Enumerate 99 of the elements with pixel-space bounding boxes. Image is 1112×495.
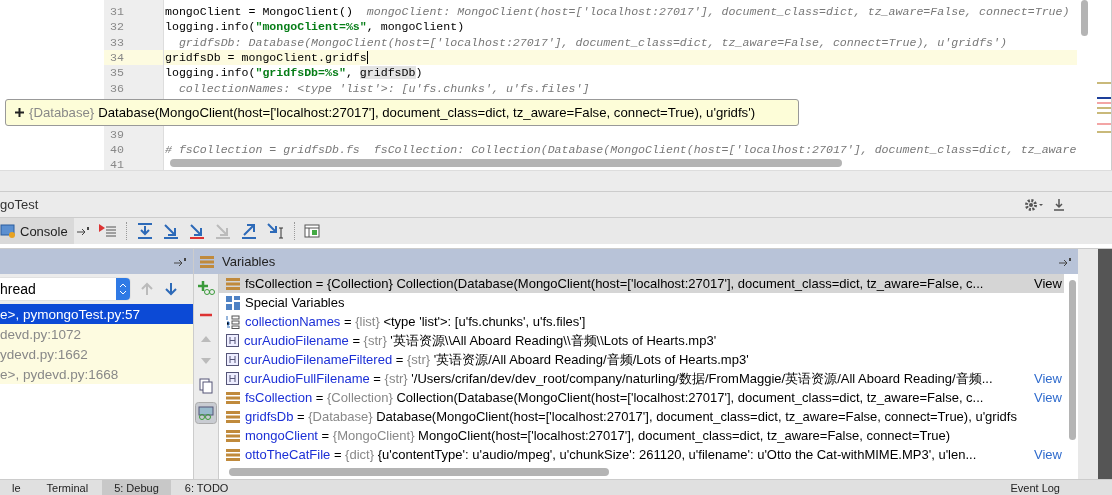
arrow-down-icon[interactable]: [164, 282, 178, 296]
variable-entry: curAudioFullFilename = {str} '/Users/crifan/dev/dev_root/company/naturling/数据/FromMaggie/英语资源/All Aboard Reading/音频...: [244, 369, 994, 388]
dropdown-arrows-icon[interactable]: [116, 278, 130, 300]
variable-entry: ottoTheCatFile = {dict} {u'contentType': u'audio/mpeg', u'chunkSize': 261120, u'filename': u'Otto the Cat-withMIME.MP3', u'len...: [245, 447, 978, 462]
view-link[interactable]: View: [1034, 447, 1064, 462]
stack-frame[interactable]: e>, pydevd.py:1668: [0, 364, 193, 384]
type-label: {Database}: [29, 104, 95, 120]
code-text: logging.info(: [165, 66, 256, 80]
expand-icon[interactable]: [14, 106, 25, 118]
variable-entry: mongoClient = {MongoClient} MongoClient(host=['localhost:27017'], document_class=dict, tz_aware=False, connect=True): [245, 428, 952, 443]
line-number: 41: [110, 158, 124, 172]
field-icon: [226, 448, 240, 461]
inline-value-hint: fsCollection: Collection(Database(MongoClient(host=['localhost:27017'], document_class=dict, tz_aware: [372, 142, 1077, 156]
variable-row[interactable]: mongoClient = {MongoClient} MongoClient(host=['localhost:27017'], document_class=dict, tz_aware=False, connect=True): [219, 426, 1064, 445]
pin-icon[interactable]: [1058, 256, 1072, 267]
stack-frame[interactable]: ydevd.py:1662: [0, 344, 193, 364]
settings-icon[interactable]: [1024, 197, 1044, 212]
stack-frame[interactable]: e>, pymongoTest.py:57: [0, 304, 193, 324]
variable-row[interactable]: ottoTheCatFile = {dict} {u'contentType': u'audio/mpeg', u'chunkSize': 261120, u'filename': u'Otto the Cat-withMIME.MP3', u'len... View: [219, 445, 1064, 464]
tool-window-tab[interactable]: Terminal: [34, 480, 101, 495]
line-number: 39: [110, 127, 124, 141]
highlighted-identifier: gridfsDb: [359, 66, 416, 80]
run-to-cursor-icon[interactable]: [265, 222, 286, 240]
variable-entry: curAudioFilename = {str} '英语资源\\All Aboard Reading\\音频\\Lots of Hearts.mp3': [244, 331, 718, 350]
text-cursor: [366, 51, 369, 65]
table-icon[interactable]: [303, 224, 320, 238]
step-into-my-code-icon[interactable]: [187, 222, 206, 240]
view-link[interactable]: View: [1034, 390, 1064, 405]
horizontal-scrollbar[interactable]: [229, 468, 609, 476]
pin-icon[interactable]: [75, 226, 90, 236]
view-link[interactable]: View: [1034, 371, 1064, 386]
vertical-scrollbar[interactable]: [1081, 0, 1088, 36]
string-icon: [226, 372, 239, 385]
panel-title: Variables: [222, 254, 276, 269]
tool-window-tab[interactable]: 5: Debug: [102, 480, 171, 495]
code-text: logging.info(: [165, 20, 256, 34]
add-watch-icon[interactable]: [197, 280, 215, 296]
variable-entry: fsCollection = {Collection} Collection(Database(MongoClient(host=['localhost:27017'], document_class=dict, tz_aware=False, c...: [245, 276, 985, 291]
variable-row[interactable]: Special Variables: [219, 293, 1064, 312]
string-literal: "mongoClient=%s": [255, 20, 367, 34]
thread-dropdown[interactable]: hread: [0, 278, 130, 300]
variable-row[interactable]: curAudioFilenameFiltered = {str} '英语资源/All Aboard Reading/音频/Lots of Hearts.mp3': [219, 350, 1064, 369]
view-link[interactable]: View: [1034, 276, 1064, 291]
line-number: 34: [110, 51, 124, 65]
string-literal: "gridfsDb=%s": [255, 66, 346, 80]
value-text: Database(MongoClient(host=['localhost:27017'], document_class=dict, tz_aware=False, connect=True), u'gridfs'): [98, 104, 756, 120]
copy-icon[interactable]: [199, 378, 213, 394]
debug-config-title: goTest: [0, 197, 39, 212]
variable-row[interactable]: curAudioFullFilename = {str} '/Users/crifan/dev/dev_root/company/naturling/数据/FromMaggie/英语资源/All Aboard Reading/音频... View: [219, 369, 1064, 388]
pin-icon[interactable]: [173, 256, 187, 267]
step-out-icon[interactable]: [239, 222, 258, 240]
line-number: 36: [110, 81, 124, 95]
line-number: 31: [110, 5, 124, 19]
variable-row[interactable]: fsCollection = {Collection} Collection(Database(MongoClient(host=['localhost:27017'], document_class=dict, tz_aware=False, c... View: [219, 388, 1064, 407]
field-icon: [226, 410, 240, 423]
code-text: mongoClient = MongoClient(): [165, 5, 353, 19]
execution-point-icon[interactable]: [97, 222, 118, 240]
string-icon: [226, 334, 239, 347]
variable-entry: curAudioFilenameFiltered = {str} '英语资源/All Aboard Reading/音频/Lots of Hearts.mp3': [244, 350, 750, 369]
field-icon: [226, 391, 240, 404]
variable-entry: collectionNames = {list} <type 'list'>: [u'fs.chunks', u'fs.files']: [245, 314, 587, 329]
field-icon: [226, 429, 240, 442]
line-number: 33: [110, 35, 124, 49]
string-icon: [226, 353, 239, 366]
horizontal-scrollbar[interactable]: [170, 159, 842, 168]
stack-frame[interactable]: devd.py:1072: [0, 324, 193, 344]
variables-icon: [200, 255, 214, 268]
line-number: 35: [110, 66, 124, 80]
step-over-icon[interactable]: [135, 222, 154, 240]
tool-window-tab[interactable]: le: [0, 480, 33, 495]
console-icon: [0, 224, 16, 238]
inline-value-hint: mongoClient: MongoClient(host=['localhost:27017'], document_class=dict, tz_aware=False, connect=True): [365, 5, 1070, 19]
special-variables-icon: [226, 295, 240, 310]
variable-group: Special Variables: [245, 295, 1064, 310]
error-stripe-drawing: [1097, 82, 1111, 133]
line-number: 40: [110, 142, 124, 156]
tool-window-tab[interactable]: Event Log: [998, 480, 1072, 495]
code-text: ,: [345, 66, 354, 80]
tool-window-tab[interactable]: 6: TODO: [172, 480, 241, 495]
field-icon: [226, 277, 240, 290]
code-text: ): [415, 66, 423, 80]
download-icon[interactable]: [1052, 197, 1066, 212]
inline-value-hint: collectionNames: <type 'list'>: [u'fs.chunks', u'fs.files']: [177, 81, 590, 95]
variable-row[interactable]: collectionNames = {list} <type 'list'>: [u'fs.chunks', u'fs.files']: [219, 312, 1064, 331]
variable-entry: gridfsDb = {Database} Database(MongoClient(host=['localhost:27017'], document_class=dict, tz_aware=False, connect=True), u'gridfs: [245, 409, 1018, 424]
step-into-icon[interactable]: [161, 222, 180, 240]
inline-value-hint: gridfsDb: Database(MongoClient(host=['localhost:27017'], document_class=dict, tz_aware=False, connect=True), u'gridfs'): [177, 35, 1007, 49]
variable-row[interactable]: curAudioFilename = {str} '英语资源\\All Aboard Reading\\音频\\Lots of Hearts.mp3': [219, 331, 1064, 350]
line-number: 32: [110, 20, 124, 34]
console-tab[interactable]: Console: [0, 218, 74, 244]
code-comment: # fsCollection = gridfsDb.fs: [165, 142, 360, 156]
vertical-scrollbar[interactable]: [1069, 280, 1076, 440]
variable-row[interactable]: fsCollection = {Collection} Collection(Database(MongoClient(host=['localhost:27017'], document_class=dict, tz_aware=False, c... View: [219, 274, 1064, 293]
list-icon: [226, 314, 240, 329]
code-text: gridfsDb = mongoClient.gridfs: [165, 51, 367, 65]
watches-toggle-icon[interactable]: [195, 402, 217, 424]
variable-row[interactable]: gridfsDb = {Database} Database(MongoClient(host=['localhost:27017'], document_class=dict, tz_aware=False, connect=True), u'gridfs: [219, 407, 1064, 426]
variable-entry: fsCollection = {Collection} Collection(Database(MongoClient(host=['localhost:27017'], document_class=dict, tz_aware=False, c...: [245, 390, 985, 405]
code-text: , mongoClient): [366, 20, 465, 34]
